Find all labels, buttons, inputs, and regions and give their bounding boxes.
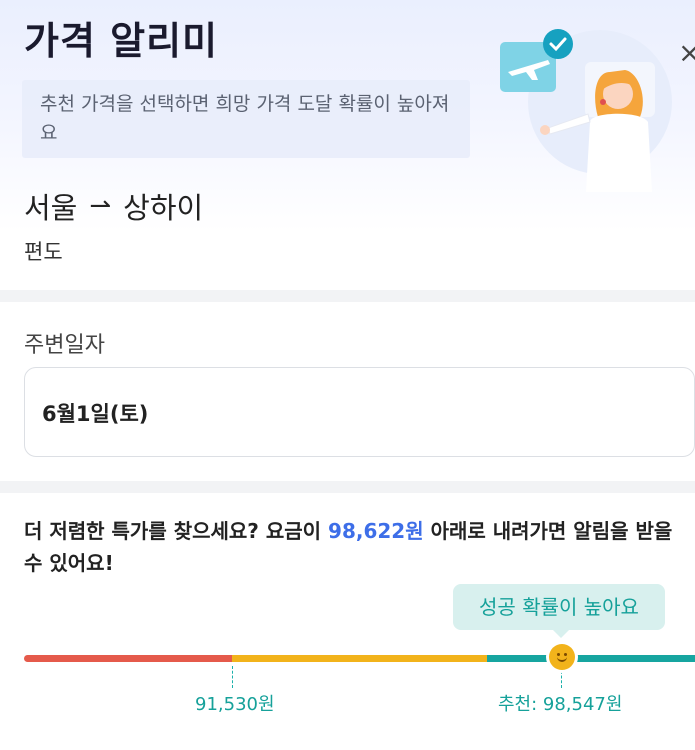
price-range-low-segment: [24, 655, 232, 662]
low-price-label: 91,530원: [195, 694, 275, 715]
success-tooltip: 성공 확률이 높아요: [453, 584, 665, 630]
smiley-mouth: [557, 656, 567, 662]
route-arrow-icon: ⇀: [89, 191, 112, 221]
low-price-tick: [232, 666, 233, 688]
price-range-mid-segment: [232, 655, 487, 662]
price-alert-description: 더 저렴한 특가를 찾으세요? 요금이 98,622원 아래로 내려가면 알림을…: [24, 515, 689, 579]
date-select-field[interactable]: 6월1일(토): [24, 367, 695, 457]
section-divider: [0, 290, 695, 302]
date-section-label: 주변일자: [24, 333, 105, 358]
desc-prefix: 더 저렴한 특가를 찾으세요? 요금이: [24, 519, 329, 543]
section-divider: [0, 481, 695, 493]
destination-city: 상하이: [123, 191, 204, 225]
date-value: 6월1일(토): [42, 402, 149, 426]
recommended-price-label: 추천: 98,547원: [498, 694, 623, 715]
price-range-high-segment: [487, 655, 695, 662]
page-title: 가격 알리미: [24, 19, 219, 63]
target-price: 98,622원: [328, 519, 424, 543]
traveler-illustration: [500, 29, 672, 192]
trip-type: 편도: [24, 240, 63, 264]
route-summary: 서울 ⇀ 상하이: [24, 185, 203, 227]
origin-city: 서울: [24, 191, 78, 225]
close-icon[interactable]: ×: [678, 38, 695, 68]
tooltip-tail: [552, 629, 570, 638]
price-slider-handle-smiley-icon[interactable]: [549, 644, 575, 670]
notice-banner: 추천 가격을 선택하면 희망 가격 도달 확률이 높아져요: [22, 80, 470, 158]
